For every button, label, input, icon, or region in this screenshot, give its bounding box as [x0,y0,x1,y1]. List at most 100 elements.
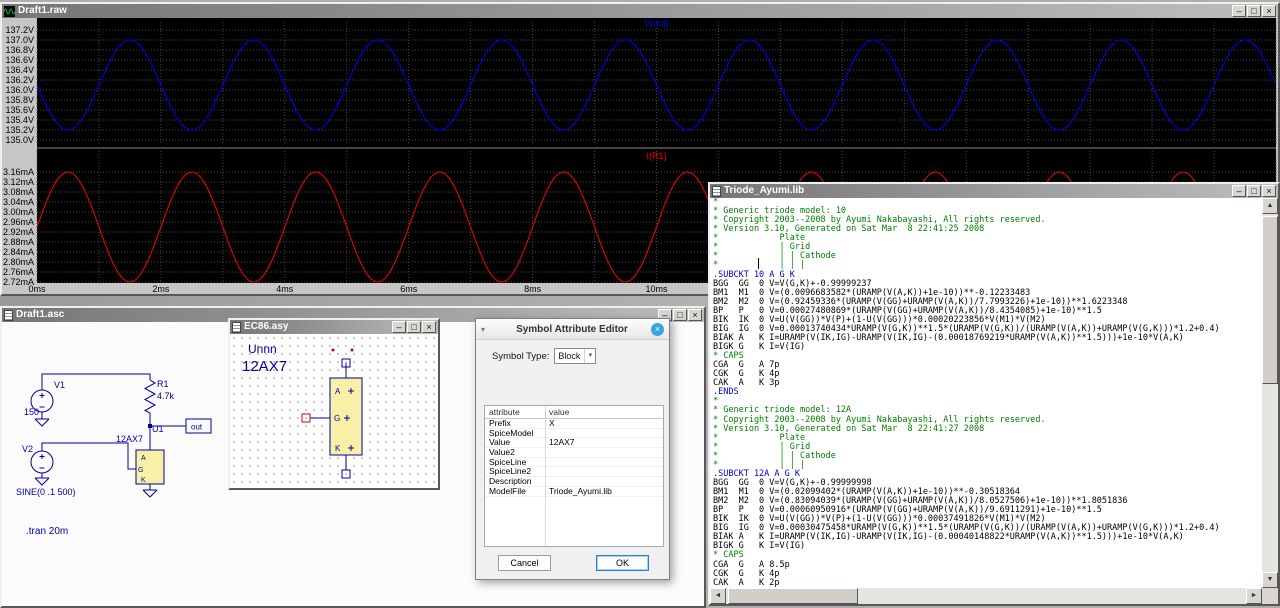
y-axis-label: 136.0V [5,85,34,95]
component-value[interactable]: SINE(0 .1 500) [16,487,76,497]
lib-line: .ENDS [713,387,739,398]
vertical-scrollbar[interactable]: ▲ ▼ [1262,198,1278,588]
cancel-button[interactable]: Cancel [498,555,551,571]
table-row[interactable]: SpiceLine2 [485,467,663,478]
y-axis-label: 3.00mA [3,207,34,217]
minimize-button[interactable]: – [1232,185,1246,197]
component-ref[interactable]: R1 [157,379,169,389]
scrollbar-thumb[interactable] [728,588,858,604]
table-row[interactable]: Value 12AX7 [485,438,663,449]
spice-directive[interactable]: .tran 20m [26,526,68,537]
window-controls: – □ × [1232,185,1276,197]
lib-line: * CAPS [713,550,744,561]
attr-table-header: attribute value [485,406,663,419]
chevron-down-icon: ▾ [481,324,486,334]
component-value[interactable]: 4.7k [157,391,175,401]
y-axis-label: 2.76mA [3,267,34,277]
pin-label-k: K [335,444,341,453]
symbol-value-text[interactable]: 12AX7 [242,358,287,375]
y-axis-label: 135.4V [5,115,34,125]
chevron-down-icon: ▾ [584,349,595,363]
window-library-viewer: Triode_Ayumi.lib – □ × * * Generic triode m… [708,182,1280,606]
dialog-title: Symbol Attribute Editor [516,323,628,335]
symbol-type-label: Symbol Type: [492,350,550,362]
y-axis-label: 137.2V [5,25,34,35]
attr-header-attribute: attribute [489,407,520,417]
attr-header-value: value [549,407,570,417]
lib-text-editor[interactable]: * * Generic triode model: 10 * Copyright 2… [710,198,1262,588]
dialog-titlebar[interactable]: ▾ Symbol Attribute Editor × [476,319,669,340]
y-axis-label: 135.6V [5,105,34,115]
close-button[interactable]: × [422,321,436,333]
x-axis-label: 2ms [152,284,170,294]
close-icon[interactable]: × [651,322,664,336]
symbol-titlebar[interactable]: EC86.asy – □ × [230,320,438,334]
scroll-left-button[interactable]: ◄ [710,588,726,604]
ok-button[interactable]: OK [596,555,649,571]
x-axis-label: 4ms [276,284,294,294]
symbol-type-combobox[interactable]: Block ▾ [554,348,597,364]
maximize-button[interactable]: □ [1247,185,1261,197]
window-title: EC86.asy [244,321,289,332]
text-caret [758,258,759,269]
lib-line: CGA G A 8.5p [713,559,790,570]
pin-label-g: G [138,467,143,474]
scrollbar-thumb[interactable] [1262,216,1278,384]
maximize-button[interactable]: □ [673,309,687,321]
component-ref[interactable]: U1 [152,424,164,434]
table-row[interactable]: SpiceLine [485,458,663,468]
attr-name-cell: Prefix [489,419,511,428]
scroll-up-button[interactable]: ▲ [1262,198,1278,214]
component-ref[interactable]: V2 [22,444,33,454]
lib-line: * | | | [713,260,806,271]
attr-name-cell: Value2 [489,448,515,457]
table-row[interactable]: Value2 [485,448,663,458]
scroll-down-button[interactable]: ▼ [1262,572,1278,588]
pin-k-handle[interactable] [341,469,351,479]
table-row[interactable]: Description [485,477,663,487]
lib-line: BIGK G K I=V(IG) [713,342,806,352]
y-axis-label: 2.80mA [3,257,34,267]
attr-value-cell [545,458,553,467]
attribute-table[interactable]: attribute value Prefix X SpiceModel Value 12… [484,405,664,547]
lib-line: CGA G A 7p [713,360,780,371]
resistor-r1[interactable] [143,379,157,426]
pin-g-handle-selected[interactable] [301,413,311,423]
column-divider [545,406,546,546]
minimize-button[interactable]: – [1232,5,1246,17]
close-button[interactable]: × [688,309,702,321]
scroll-right-button[interactable]: ► [1246,588,1262,604]
close-button[interactable]: × [1262,185,1276,197]
trace-label[interactable]: V(out) [644,18,669,28]
trace-label[interactable]: I(R1) [647,151,667,161]
lib-titlebar[interactable]: Triode_Ayumi.lib – □ × [710,184,1278,198]
x-axis-label: 8ms [524,284,542,294]
waveform-file-icon [4,5,15,17]
maximize-button[interactable]: □ [1247,5,1261,17]
table-row[interactable]: SpiceModel [485,429,663,439]
component-value[interactable]: 12AX7 [116,434,143,444]
minimize-button[interactable]: – [392,321,406,333]
waveform-titlebar[interactable]: Draft1.raw – □ × [2,4,1278,18]
scrollbar-corner [1262,588,1278,604]
component-value[interactable]: 150 [24,407,39,417]
table-row[interactable]: Prefix X [485,419,663,429]
symbol-prefix-text[interactable]: Unnn [248,342,277,356]
symbol-canvas[interactable]: Unnn 12AX7 A G K [230,334,438,488]
window-title: Triode_Ayumi.lib [724,185,805,196]
component-ref[interactable]: V1 [54,380,65,390]
y-axis-label: 2.92mA [3,227,34,237]
maximize-button[interactable]: □ [407,321,421,333]
attr-name-cell: SpiceLine2 [489,467,532,477]
window-symbol-editor: EC86.asy – □ × Unnn 12AX7 A G K [228,318,440,490]
horizontal-scrollbar[interactable]: ◄ ► [710,588,1262,604]
table-row[interactable]: ModelFile Triode_Ayumi.lib [485,487,663,497]
window-title: Draft1.raw [18,5,67,16]
close-button[interactable]: × [1262,5,1276,17]
attr-value-cell: 12AX7 [549,438,575,448]
y-axis-label: 136.8V [5,45,34,55]
y-axis-label: 3.04mA [3,197,34,207]
attr-table-body: Prefix X SpiceModel Value 12AX7 Value2 SpiceLi… [485,419,663,497]
y-axis-label: 2.84mA [3,247,34,257]
y-axis-label: 136.4V [5,65,34,75]
